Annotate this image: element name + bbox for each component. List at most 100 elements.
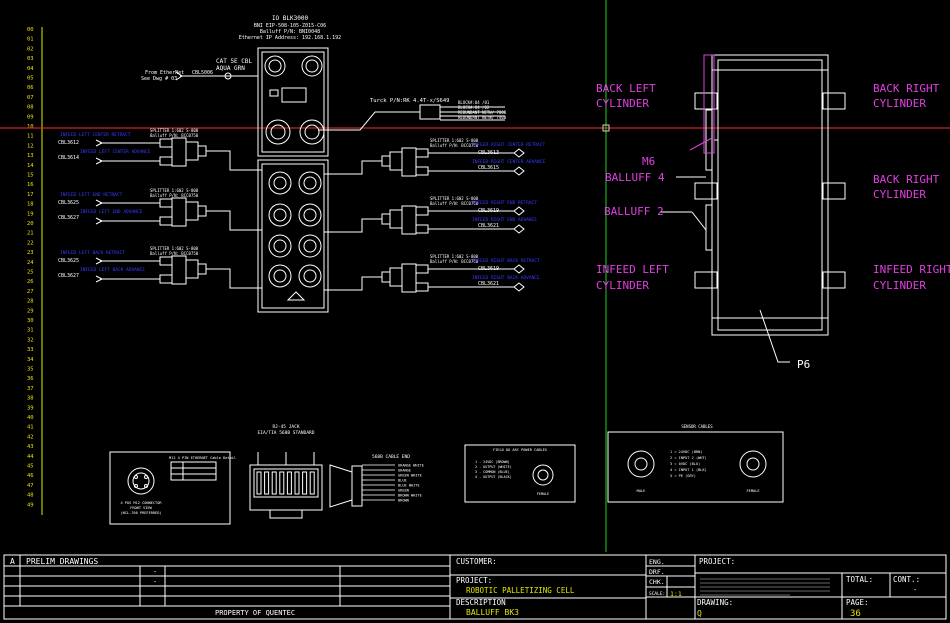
rj45-pin-label: BLUE [398,479,407,483]
row-number: 31 [27,328,34,334]
rev-letter: A [10,557,15,566]
rj45-pin-label: BLUE WHITE [398,484,420,488]
block-header-3: Ethernet IP Address: 192.168.1.192 [239,35,341,41]
sensor-desc: INFEED LEFT BACK ADVANCE [80,267,145,273]
balluff4-label: BALLUFF 4 [605,171,665,184]
row-number: 48 [27,493,34,499]
splitter-pn: Balluff P/N: BCC0750 [150,193,199,198]
infeed-left-label-1: CYLINDER [596,279,649,292]
sensor-desc: INFEED RIGHT BACK RETRACT [472,258,540,264]
row-number: 47 [27,483,34,489]
sensor-male: MALE [637,489,646,493]
page-value: 36 [850,609,861,619]
rev-dash-1: - [153,578,157,586]
cad-drawing-canvas: 00 01 02 03 04 05 06 07 08 09 10 11 12 13 14 15 16 17 18 19… [0,0,950,623]
block-header-0: IO BLK3000 [272,15,309,22]
row-number: 16 [27,182,34,188]
field-row-2: 3 - COMMON (BLUE) [475,470,510,474]
rev-description: PRELIM DRAWINGS [26,557,98,566]
sensor-row-0: 1 = 24VDC (BRN) [670,450,702,454]
total-label: TOTAL: [846,575,873,584]
rev-dash-0: - [153,568,157,576]
cat-cable-label-0: CAT 5E CBL [216,58,253,65]
row-number: 37 [27,386,34,392]
row-number: 32 [27,337,34,343]
infeed-right-label-0: INFEED RIGHT [873,263,950,276]
row-number: 11 [27,134,34,140]
chk-label: CHK. [649,578,665,586]
project2-label: PROJECT: [699,557,735,566]
field-row-0: 1 - 24VDC (BROWN) [475,460,510,464]
page-label: PAGE: [846,598,869,607]
sensor-title: SENSOR CABLES [681,424,713,429]
row-number: 49 [27,502,34,508]
row-number: 14 [27,163,34,169]
row-number: 43 [27,444,34,450]
row-number: 01 [27,37,34,43]
back-left-label-1: CYLINDER [596,97,649,110]
scale-value: 1:1 [670,590,682,598]
row-number: 21 [27,231,34,237]
row-number: 46 [27,473,34,479]
from-cable-number: CBL5006 [192,70,213,76]
row-number: 06 [27,85,34,91]
row-number: 38 [27,396,34,402]
row-number: 22 [27,240,34,246]
m6-label: M6 [642,155,655,168]
cable-number: CBL3621 [478,223,499,229]
turck-note-3: REDUNDANT NETW/ 7400 [458,115,507,120]
rj45-title-1: EIA/TIA 568B STANDARD [258,430,315,436]
turck-cable-label: Turck P/N:RK 4.4T-x/S649 [370,98,449,104]
cable-number: CBL3621 [478,281,499,287]
sensor-female: FEMALE [747,489,760,493]
back-right2-label-0: BACK RIGHT [873,173,940,186]
rj45-pin-label: ORANGE [398,469,411,473]
m12-legend: M12 4 PIN ETHERNET Cable Detail [169,456,236,460]
cat-cable-label-1: AQUA GRN [216,65,245,72]
row-number: 10 [27,124,34,130]
row-number: 44 [27,454,34,460]
rj45-pin-label: BROWN [398,499,409,503]
row-number: 40 [27,415,34,421]
sensor-row-2: 3 = 0VDC (BLU) [670,462,700,466]
scale-label: SCALE: [649,591,665,597]
row-number: 12 [27,143,34,149]
rj45-pin-label: GREEN [398,489,409,493]
description-value: BALLUFF BK3 [466,608,519,617]
cable-number: CBL3614 [58,155,79,161]
m12-caption-2: (NCL-700 PREFERRED) [120,511,161,515]
back-right2-label-1: CYLINDER [873,188,926,201]
rj45-pin-label: ORANGE WHITE [398,464,424,468]
sensor-row-3: 4 = INPUT 1 (BLK) [670,468,707,472]
row-number: 23 [27,250,34,256]
row-number: 07 [27,95,34,101]
row-number: 41 [27,425,34,431]
back-right-label-0: BACK RIGHT [873,82,940,95]
infeed-left-label-0: INFEED LEFT [596,263,669,276]
row-number: 17 [27,192,34,198]
description-label: DESCRIPTION [456,598,506,607]
row-number: 18 [27,202,34,208]
rj45-pin-label: BROWN WHITE [398,494,422,498]
sensor-desc: INFEED RIGHT END RETRACT [472,200,537,206]
back-left-label-0: BACK LEFT [596,82,656,95]
row-number: 08 [27,105,34,111]
cable-number: CBL3627 [58,273,79,279]
row-number: 24 [27,260,34,266]
splitter-pn: Balluff P/N: BCC0750 [150,133,199,138]
field-row-1: 2 - OUTPUT (WHITE) [475,465,512,469]
p6-label: P6 [797,358,810,371]
cable-number: CBL3615 [478,165,499,171]
m12-caption-0: 4 POS M12 CONNECTOR [120,501,162,505]
splitter-pn: Balluff P/N: BCC0750 [150,251,199,256]
row-number: 05 [27,76,34,82]
back-right-label-1: CYLINDER [873,97,926,110]
sensor-desc: INFEED LEFT END RETRACT [60,192,123,198]
row-number: 42 [27,434,34,440]
cable-number: CBL3612 [58,140,79,146]
cable-number: CBL3625 [58,200,79,206]
row-number: 26 [27,279,34,285]
sensor-row-1: 2 = INPUT 2 (WHT) [670,456,707,460]
field-title: FIELD DO ARC POWER CABLES [493,448,547,452]
drf-label: DRF. [649,568,665,576]
